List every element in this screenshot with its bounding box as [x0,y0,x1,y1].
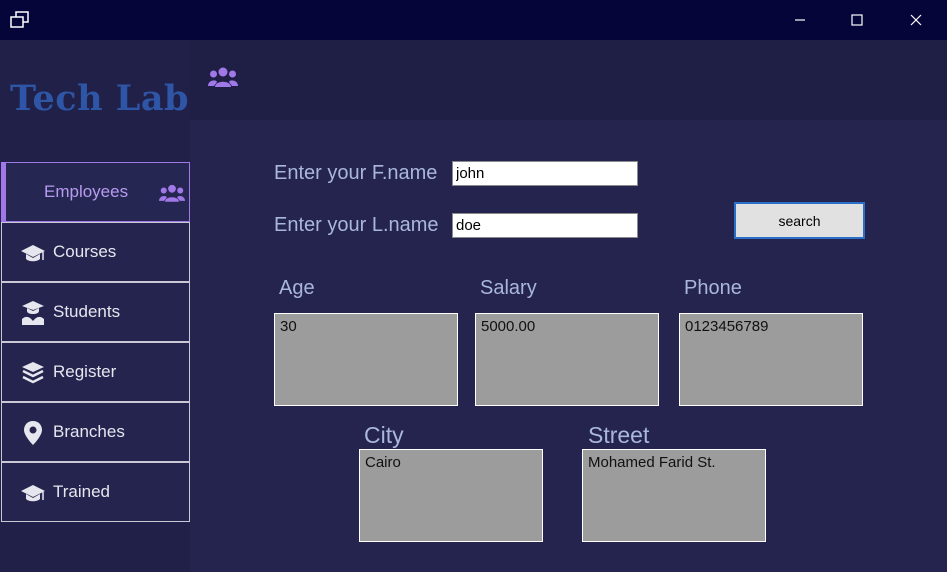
graduation-cap-icon [21,485,45,502]
header-bar [190,40,947,120]
maximize-icon [851,14,863,26]
phone-output[interactable]: 0123456789 [679,313,863,406]
graduation-cap-icon [21,245,45,262]
location-pin-icon [24,421,42,445]
close-icon [910,14,922,26]
minimize-icon [795,19,805,21]
minimize-button[interactable] [771,0,829,40]
street-output[interactable]: Mohamed Farid St. [582,449,766,542]
sidebar-item-courses[interactable]: Courses [1,222,190,282]
last-name-label: Enter your L.name [274,214,439,236]
sidebar-item-trained[interactable]: Trained [1,462,190,522]
sidebar-item-label: Employees [44,182,129,201]
sidebar-item-label: Courses [53,242,117,261]
sidebar-item-branches[interactable]: Branches [1,402,190,462]
maximize-button[interactable] [828,0,886,40]
app-logo: Tech Lab [10,78,189,119]
age-label: Age [279,277,315,299]
sidebar-item-label: Register [53,362,117,381]
first-name-input[interactable] [452,161,638,186]
sidebar-item-employees[interactable]: Employees [1,162,190,222]
first-name-label: Enter your F.name [274,162,438,184]
app-window: Tech Lab Employees Courses Students Regi… [0,0,947,572]
users-icon [159,184,185,202]
title-bar [0,0,947,40]
last-name-input[interactable] [452,213,638,238]
search-button[interactable]: search [734,202,865,239]
phone-label: Phone [684,277,742,299]
student-icon [22,301,44,325]
salary-label: Salary [480,277,537,299]
users-icon [208,67,238,87]
sidebar-item-label: Branches [53,422,125,441]
sidebar-item-register[interactable]: Register [1,342,190,402]
street-label: Street [588,422,650,448]
sidebar-item-label: Students [53,302,121,321]
sidebar-item-label: Trained [53,482,111,501]
close-button[interactable] [887,0,945,40]
sidebar-item-students[interactable]: Students [1,282,190,342]
app-window-icon [10,11,29,28]
city-label: City [364,422,404,448]
layers-icon [22,362,44,384]
age-output[interactable]: 30 [274,313,458,406]
city-output[interactable]: Cairo [359,449,543,542]
salary-output[interactable]: 5000.00 [475,313,659,406]
